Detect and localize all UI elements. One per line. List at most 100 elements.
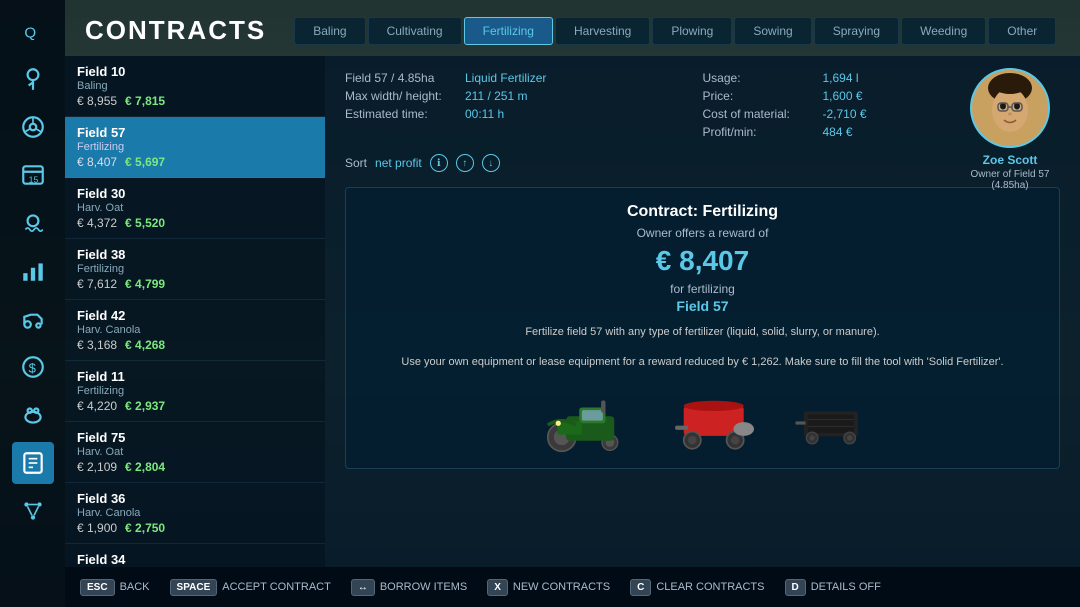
max-width-value: 211 / 251 m — [465, 89, 527, 103]
contract-type: Fertilizing — [77, 141, 313, 153]
contract-item-field-11[interactable]: Field 11Fertilizing€ 4,220€ 2,937 — [65, 361, 325, 422]
field-highlight: Field 57 — [366, 298, 1039, 314]
price-value: 1,600 € — [823, 89, 863, 103]
usage-value: 1,694 l — [823, 71, 859, 85]
sidebar-icon-animals[interactable] — [12, 394, 54, 436]
bottom-key-accept-contract[interactable]: SPACEACCEPT CONTRACT — [170, 579, 331, 596]
main-content: CONTRACTS BalingCultivatingFertilizingHa… — [65, 0, 1080, 567]
amount-full: € 7,612 — [77, 277, 117, 291]
detail-left-col: Field 57 / 4.85ha Liquid Fertilizer Max … — [345, 71, 703, 139]
max-width-row: Max width/ height: 211 / 251 m — [345, 89, 703, 103]
owner-name: Zoe Scott — [960, 153, 1060, 167]
contract-item-field-75[interactable]: Field 75Harv. Oat€ 2,109€ 2,804 — [65, 422, 325, 483]
contract-item-field-42[interactable]: Field 42Harv. Canola € 3,168 € 4,268 — [65, 300, 325, 361]
sidebar-icon-weather[interactable] — [12, 202, 54, 244]
amount-profit: € 2,804 — [125, 460, 165, 474]
field-name: Field 75 — [77, 430, 313, 445]
amount-full: € 8,407 — [77, 155, 117, 169]
sidebar-icon-calendar[interactable]: 15 — [12, 154, 54, 196]
key-badge: ↔ — [351, 579, 375, 596]
bottom-key-details-off[interactable]: DDETAILS OFF — [785, 579, 881, 596]
spreader-svg — [673, 393, 763, 453]
tab-harvesting[interactable]: Harvesting — [555, 17, 650, 45]
contract-item-field-30[interactable]: Field 30Harv. Oat€ 4,372€ 5,520 — [65, 178, 325, 239]
header: CONTRACTS BalingCultivatingFertilizingHa… — [65, 0, 1080, 56]
sort-value: net profit — [375, 156, 422, 170]
sidebar-icon-money[interactable]: $ — [12, 346, 54, 388]
bottom-key-new-contracts[interactable]: XNEW CONTRACTS — [487, 579, 610, 596]
amount-full: € 3,168 — [77, 338, 117, 352]
key-badge: C — [630, 579, 651, 596]
field-name: Field 11 — [77, 369, 313, 384]
sidebar-icon-crops[interactable] — [12, 58, 54, 100]
estimated-time-label: Estimated time: — [345, 107, 455, 121]
tab-weeding[interactable]: Weeding — [901, 17, 986, 45]
contract-type: Baling — [77, 80, 313, 92]
key-label: BACK — [120, 581, 150, 593]
tractor-svg — [533, 383, 643, 453]
page-title: CONTRACTS — [85, 15, 266, 46]
contract-amounts: € 8,955€ 7,815 — [77, 94, 313, 108]
contract-item-field-10[interactable]: Field 10Baling€ 8,955€ 7,815 — [65, 56, 325, 117]
sort-down-icon[interactable]: ↓ — [482, 154, 500, 172]
avatar-svg — [972, 70, 1048, 146]
sort-up-icon[interactable]: ↑ — [456, 154, 474, 172]
tab-other[interactable]: Other — [988, 17, 1056, 45]
sidebar-icon-tractor[interactable] — [12, 298, 54, 340]
field-name: Field 57 — [77, 125, 313, 140]
field-name: Field 42 — [77, 308, 313, 323]
contract-item-field-36[interactable]: Field 36Harv. Canola€ 1,900€ 2,750 — [65, 483, 325, 544]
contract-item-field-38[interactable]: Field 38Fertilizing€ 7,612€ 4,799 — [65, 239, 325, 300]
contract-type: Harv. Canola — [77, 324, 313, 336]
reward-for: for fertilizing — [366, 282, 1039, 296]
reward-amount: € 8,407 — [366, 245, 1039, 277]
tab-plowing[interactable]: Plowing — [652, 17, 732, 45]
amount-profit: € 5,697 — [125, 155, 165, 169]
amount-profit: € 7,815 — [125, 94, 165, 108]
svg-text:Q: Q — [24, 25, 36, 42]
amount-full: € 4,372 — [77, 216, 117, 230]
sidebar-icon-quest[interactable]: Q — [12, 10, 54, 52]
amount-profit: € 2,937 — [125, 399, 165, 413]
tab-cultivating[interactable]: Cultivating — [368, 17, 462, 45]
sidebar-icon-missions[interactable] — [12, 490, 54, 532]
bottom-key-back[interactable]: ESCBACK — [80, 579, 150, 596]
contract-amounts: € 1,900€ 2,750 — [77, 521, 313, 535]
contract-amounts: € 4,372 € 5,520 — [77, 216, 313, 230]
amount-profit: € 2,750 — [125, 521, 165, 535]
cost-material-label: Cost of material: — [703, 107, 813, 121]
amount-full: € 4,220 — [77, 399, 117, 413]
bottom-bar: ESCBACK SPACEACCEPT CONTRACT ↔ BORROW ITEMS… — [65, 567, 1080, 607]
sidebar-icon-steering[interactable] — [12, 106, 54, 148]
amount-profit: € 4,268 — [125, 338, 165, 352]
key-label: BORROW ITEMS — [380, 581, 467, 593]
sidebar-icon-chart[interactable] — [12, 250, 54, 292]
key-label: CLEAR CONTRACTS — [656, 581, 764, 593]
svg-text:15: 15 — [28, 175, 38, 185]
usage-label: Usage: — [703, 71, 813, 85]
tab-fertilizing[interactable]: Fertilizing — [464, 17, 553, 45]
max-width-label: Max width/ height: — [345, 89, 455, 103]
sort-label: Sort — [345, 156, 367, 170]
contract-item-field-57[interactable]: Field 57Fertilizing € 8,407 € 5,697 — [65, 117, 325, 178]
detail-panel: Field 57 / 4.85ha Liquid Fertilizer Max … — [325, 56, 1080, 567]
contract-amounts: € 7,612€ 4,799 — [77, 277, 313, 291]
contract-item-field-34[interactable]: Field 34Harv. Canola€ 1,809€ 2,639 — [65, 544, 325, 567]
owner-profile: Zoe Scott Owner of Field 57 (4.85ha) — [960, 68, 1060, 191]
bottom-key-clear-contracts[interactable]: C CLEAR CONTRACTS — [630, 579, 764, 596]
field-name: Field 36 — [77, 491, 313, 506]
key-badge: X — [487, 579, 508, 596]
tab-baling[interactable]: Baling — [294, 17, 365, 45]
tab-sowing[interactable]: Sowing — [734, 17, 811, 45]
description-1: Fertilize field 57 with any type of fert… — [366, 324, 1039, 342]
owner-title: Owner of Field 57 (4.85ha) — [960, 169, 1060, 191]
bottom-key-borrow-items[interactable]: ↔ BORROW ITEMS — [351, 579, 467, 596]
sidebar-icon-contracts[interactable] — [12, 442, 54, 484]
amount-profit: € 5,520 — [125, 216, 165, 230]
owner-avatar — [970, 68, 1050, 148]
profit-min-value: 484 € — [823, 125, 853, 139]
field-area-row: Field 57 / 4.85ha Liquid Fertilizer — [345, 71, 703, 85]
description-2: Use your own equipment or lease equipmen… — [366, 354, 1039, 372]
sort-info-icon[interactable]: ℹ — [430, 154, 448, 172]
tab-spraying[interactable]: Spraying — [814, 17, 899, 45]
